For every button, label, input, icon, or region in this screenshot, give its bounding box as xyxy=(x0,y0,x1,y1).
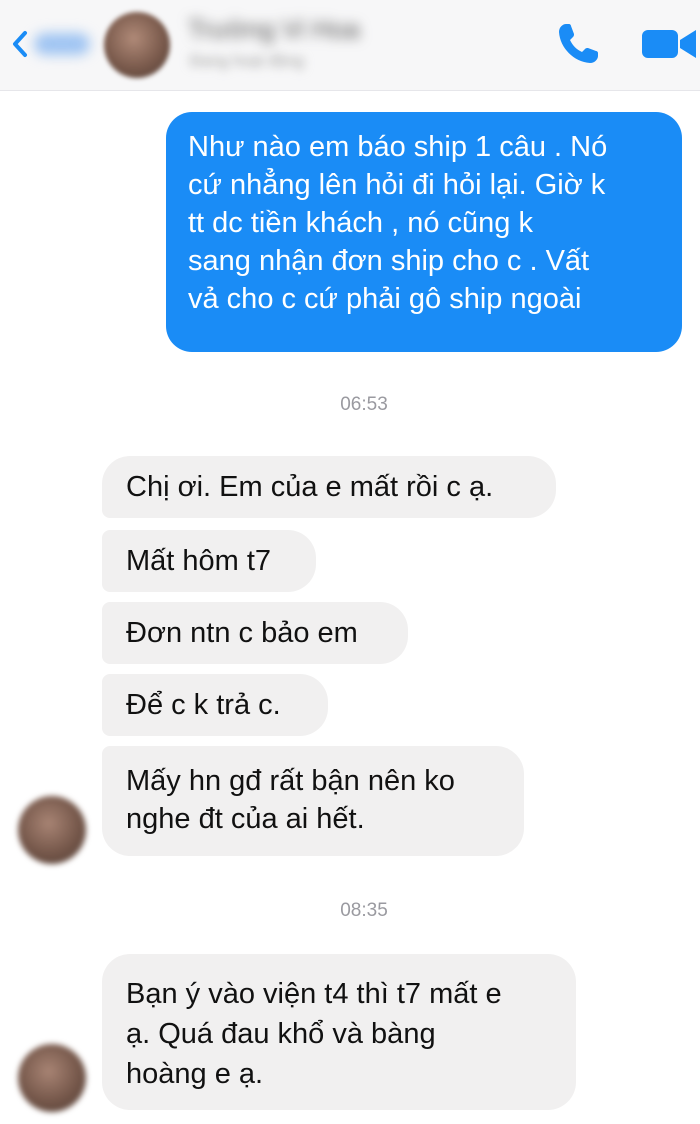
incoming-message-bubble[interactable]: Để c k trả c. xyxy=(102,674,328,736)
unread-count-badge xyxy=(34,33,90,55)
chat-header: Trường Vi Hoa Đang hoạt động xyxy=(0,0,700,91)
chevron-left-icon xyxy=(13,31,27,57)
contact-name[interactable]: Trường Vi Hoa xyxy=(188,14,418,44)
contact-status: Đang hoạt động xyxy=(190,53,304,70)
message-timestamp: 08:35 xyxy=(340,900,388,921)
incoming-message-bubble[interactable]: Mấy hn gđ rất bận nên ko nghe đt của ai … xyxy=(102,746,524,856)
message-line: nghe đt của ai hết. xyxy=(126,803,365,835)
message-line: Bạn ý vào viện t4 thì t7 mất e xyxy=(126,978,502,1010)
incoming-message-bubble[interactable]: Mất hôm t7 xyxy=(102,530,316,592)
video-camera-icon[interactable] xyxy=(638,22,700,66)
phone-icon[interactable] xyxy=(552,18,604,70)
message-line: cứ nhẳng lên hỏi đi hỏi lại. Giờ k xyxy=(188,169,606,201)
sender-avatar[interactable] xyxy=(18,796,86,864)
message-line: sang nhận đơn ship cho c . Vất xyxy=(188,245,590,277)
contact-avatar[interactable] xyxy=(104,12,170,78)
message-line: ạ. Quá đau khổ và bàng xyxy=(126,1018,436,1050)
incoming-message-bubble[interactable]: Bạn ý vào viện t4 thì t7 mất e ạ. Quá đa… xyxy=(102,954,576,1110)
sender-avatar[interactable] xyxy=(18,1044,86,1112)
message-timestamp: 06:53 xyxy=(340,394,388,415)
incoming-message-bubble[interactable]: Đơn ntn c bảo em xyxy=(102,602,408,664)
message-line: Mấy hn gđ rất bận nên ko xyxy=(126,765,455,797)
message-line: vả cho c cứ phải gô ship ngoài xyxy=(188,283,582,315)
message-line: tt dc tiền khách , nó cũng k xyxy=(188,207,533,239)
outgoing-message-bubble[interactable]: Như nào em báo ship 1 câu . Nó cứ nhẳng … xyxy=(166,112,682,352)
incoming-message-bubble[interactable]: Chị ơi. Em của e mất rồi c ạ. xyxy=(102,456,556,518)
message-line: Như nào em báo ship 1 câu . Nó xyxy=(188,131,608,163)
message-line: hoàng e ạ. xyxy=(126,1058,264,1090)
back-button[interactable] xyxy=(10,26,90,62)
